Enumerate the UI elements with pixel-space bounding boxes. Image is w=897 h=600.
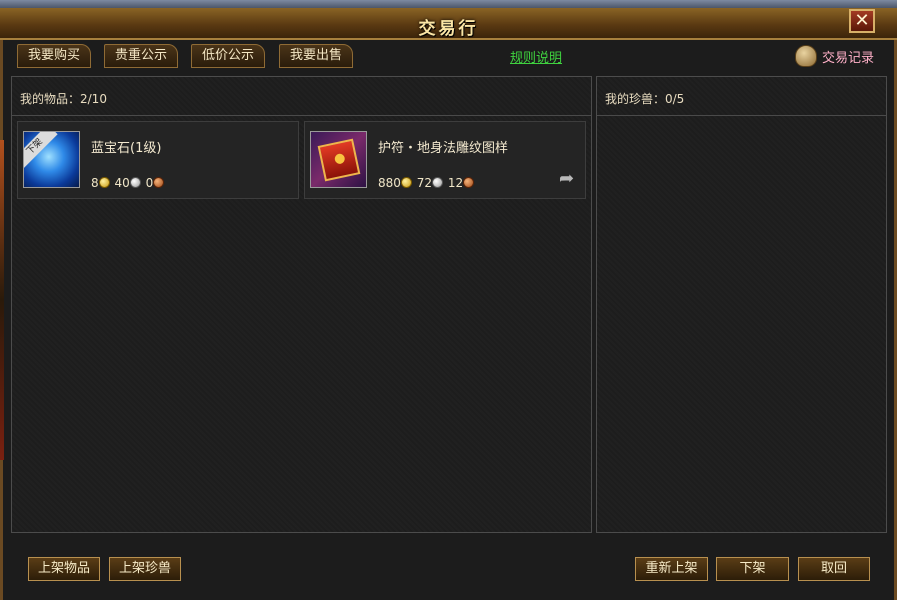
scroll-icon [795, 45, 817, 67]
copper-amount: 0 [145, 175, 154, 190]
top-decor-strip [0, 0, 897, 8]
sapphire-gem-icon[interactable]: 下架 [23, 131, 80, 188]
gold-coin-icon [98, 177, 110, 188]
talisman-scroll-icon[interactable] [310, 131, 367, 188]
gold-amount: 8 [91, 175, 99, 190]
tab-lowprice-notice[interactable]: 低价公示 [191, 44, 266, 68]
share-arrow-icon[interactable]: ➦ [559, 170, 581, 188]
item-slot[interactable]: 下架 蓝宝石(1级) 8 40 0 [17, 121, 299, 199]
item-price: 8 40 0 [91, 175, 165, 190]
silver-amount: 40 [114, 175, 130, 190]
copper-amount: 12 [447, 175, 464, 190]
my-items-header: 我的物品：2/10 [12, 77, 591, 116]
retrieve-button[interactable]: 取回 [798, 557, 870, 581]
scroll-emblem [333, 152, 346, 165]
rules-link[interactable]: 规则说明 [510, 47, 562, 66]
list-item-button[interactable]: 上架物品 [28, 557, 100, 581]
item-name: 护符・地身法雕纹图样 [378, 141, 509, 156]
item-slot[interactable]: 护符・地身法雕纹图样 880 72 12 ➦ [304, 121, 586, 199]
silver-amount: 72 [416, 175, 433, 190]
my-items-count: 我的物品：2/10 [20, 92, 107, 106]
list-pet-button[interactable]: 上架珍兽 [109, 557, 181, 581]
my-pets-header: 我的珍兽：0/5 [597, 77, 886, 116]
trade-record-label: 交易记录 [822, 51, 875, 66]
my-pets-count: 我的珍兽：0/5 [605, 92, 685, 106]
item-price: 880 72 12 [378, 175, 475, 190]
tab-buy[interactable]: 我要购买 [17, 44, 92, 68]
delisted-badge: 下架 [24, 132, 58, 170]
item-name: 蓝宝石(1级) [91, 141, 162, 156]
copper-coin-icon [153, 177, 165, 188]
left-edge-decor [0, 140, 4, 460]
copper-coin-icon [463, 177, 475, 188]
gold-coin-icon [400, 177, 412, 188]
tab-valuable-notice[interactable]: 贵重公示 [104, 44, 179, 68]
scroll-sheet [317, 138, 361, 182]
gold-amount: 880 [378, 175, 401, 190]
close-button[interactable]: ✕ [849, 9, 875, 33]
window-title: 交易行 [418, 19, 479, 39]
title-bar[interactable]: 交易行 [0, 8, 897, 40]
delist-button[interactable]: 下架 [716, 557, 789, 581]
silver-coin-icon [129, 177, 141, 188]
tab-sell[interactable]: 我要出售 [279, 44, 354, 68]
relist-button[interactable]: 重新上架 [635, 557, 708, 581]
silver-coin-icon [432, 177, 444, 188]
my-pets-panel: 我的珍兽：0/5 [596, 76, 887, 533]
